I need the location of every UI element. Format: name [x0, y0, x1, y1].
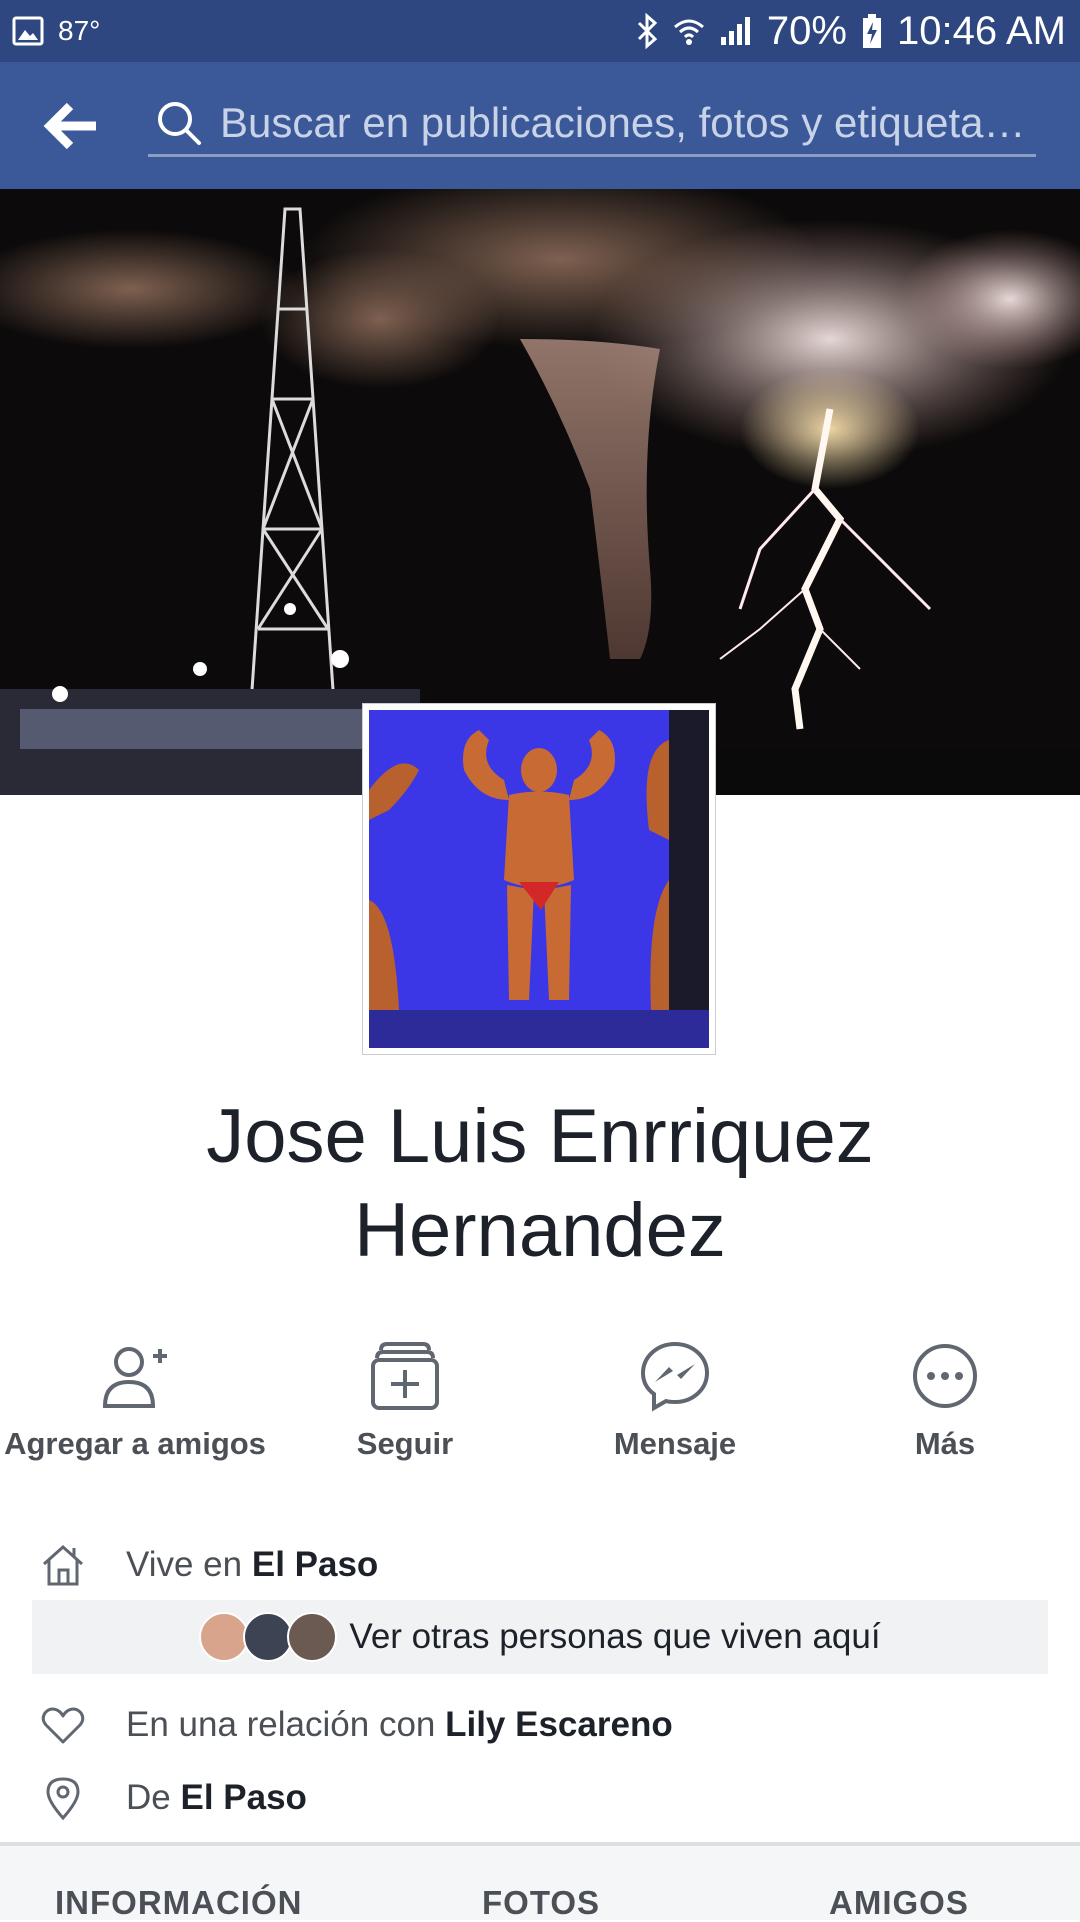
battery-percent: 70%: [766, 8, 847, 53]
follow-label: Seguir: [356, 1426, 454, 1461]
partner-name-link[interactable]: Lily Escareno: [445, 1705, 673, 1744]
from-text: De El Paso: [126, 1778, 307, 1818]
signal-icon: [720, 17, 750, 45]
more-button[interactable]: Más: [810, 1340, 1080, 1470]
search-icon: [158, 102, 201, 145]
lives-in-prefix: Vive en: [126, 1545, 252, 1584]
image-icon: [12, 16, 44, 46]
see-others-living-here-button[interactable]: Ver otras personas que viven aquí: [32, 1600, 1048, 1674]
profile-name-line1: Jose Luis Enrriquez: [206, 1094, 874, 1179]
profile-tabs: INFORMACIÓN FOTOS AMIGOS: [0, 1846, 1080, 1922]
search-bar[interactable]: [148, 92, 1036, 157]
back-button[interactable]: [42, 98, 102, 154]
message-button[interactable]: Mensaje: [540, 1340, 810, 1470]
tab-fotos[interactable]: FOTOS: [482, 1884, 600, 1922]
more-icon: [913, 1344, 977, 1408]
message-label: Mensaje: [613, 1426, 737, 1461]
search-input[interactable]: [220, 99, 1036, 147]
back-arrow-icon: [43, 102, 96, 150]
from-row: De El Paso: [0, 1761, 1080, 1835]
avatar: [199, 1612, 250, 1662]
messenger-icon: [640, 1341, 710, 1412]
status-bar: 87° 70% 10:46 AM: [0, 0, 1080, 62]
profile-actions: Agregar a amigos Seguir Mensaje Más: [0, 1340, 1080, 1470]
relationship-text: En una relación con Lily Escareno: [126, 1705, 673, 1745]
more-label: Más: [914, 1426, 976, 1461]
follow-icon: [371, 1342, 439, 1410]
wifi-icon: [673, 19, 704, 45]
relationship-row: En una relación con Lily Escareno: [0, 1688, 1080, 1762]
clock: 10:46 AM: [896, 8, 1066, 53]
home-icon: [42, 1544, 84, 1586]
bluetooth-icon: [637, 13, 658, 49]
see-others-label: Ver otras personas que viven aquí: [349, 1617, 881, 1656]
profile-name: Jose Luis Enrriquez Hernandez: [0, 1090, 1080, 1278]
profile-photo-image: [369, 710, 709, 1048]
battery-charging-icon: [862, 14, 881, 48]
lives-in-row: Vive en El Paso: [0, 1528, 1080, 1602]
heart-icon: [41, 1707, 85, 1744]
from-prefix: De: [126, 1778, 181, 1817]
from-place-link[interactable]: El Paso: [180, 1778, 306, 1817]
add-friend-icon: [102, 1347, 167, 1408]
add-friend-button[interactable]: Agregar a amigos: [0, 1340, 270, 1470]
resident-avatars: [199, 1612, 338, 1662]
relationship-prefix: En una relación con: [126, 1705, 446, 1744]
avatar: [287, 1612, 338, 1662]
avatar: [243, 1612, 294, 1662]
location-pin-icon: [46, 1777, 80, 1821]
profile-picture[interactable]: [362, 703, 716, 1055]
lives-in-text: Vive en El Paso: [126, 1545, 378, 1585]
temperature: 87°: [58, 15, 101, 46]
tab-amigos[interactable]: AMIGOS: [829, 1884, 969, 1922]
add-friend-label: Agregar a amigos: [4, 1426, 266, 1461]
tab-informacion[interactable]: INFORMACIÓN: [55, 1884, 302, 1922]
top-bar: [0, 62, 1080, 189]
follow-button[interactable]: Seguir: [270, 1340, 540, 1470]
profile-name-line2: Hernandez: [354, 1188, 726, 1273]
lives-in-place-link[interactable]: El Paso: [252, 1545, 378, 1584]
